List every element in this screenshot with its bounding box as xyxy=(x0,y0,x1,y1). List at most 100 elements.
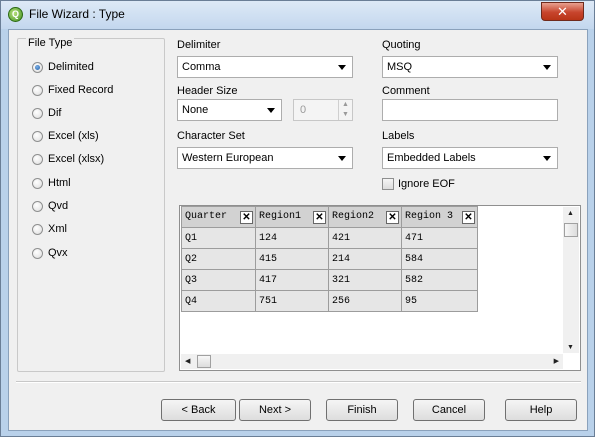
vertical-scrollbar[interactable]: ▲ ▼ xyxy=(563,207,579,353)
radio-label: Excel (xls) xyxy=(48,130,99,142)
title-bar[interactable]: Q File Wizard : Type ✕ xyxy=(1,1,594,29)
table-cell: 256 xyxy=(328,290,402,312)
remove-column-icon[interactable]: ✕ xyxy=(313,210,326,224)
header-size-dropdown[interactable]: None xyxy=(177,99,282,121)
remove-column-icon[interactable]: ✕ xyxy=(386,210,399,224)
character-set-label: Character Set xyxy=(177,130,245,142)
back-button[interactable]: < Back xyxy=(161,399,236,421)
radio-icon[interactable] xyxy=(32,153,43,165)
window-title: File Wizard : Type xyxy=(29,7,125,21)
column-header: ✕ Region 3 xyxy=(401,206,478,228)
radio-xml[interactable]: Xml xyxy=(32,221,67,237)
table-cell: 321 xyxy=(328,269,402,291)
character-set-dropdown[interactable]: Western European xyxy=(177,147,353,169)
dialog-body: File Type Delimited Fixed Record Dif Exc… xyxy=(8,29,588,431)
spin-up-icon: ▲ xyxy=(338,100,352,110)
scroll-thumb[interactable] xyxy=(564,223,578,237)
table-cell: 751 xyxy=(255,290,329,312)
preview-pane: ✕ Quarter ✕ Region1 ✕ Region2 ✕ Region 3 xyxy=(179,205,581,371)
radio-icon[interactable] xyxy=(32,200,43,212)
radio-icon[interactable] xyxy=(32,177,43,189)
ignore-eof-checkbox[interactable] xyxy=(382,178,394,190)
table-cell: 471 xyxy=(401,227,478,249)
radio-html[interactable]: Html xyxy=(32,175,71,191)
file-type-title: File Type xyxy=(26,37,75,49)
separator xyxy=(16,381,581,383)
horizontal-scrollbar[interactable]: ◀ ▶ xyxy=(181,354,563,369)
spin-down-icon: ▼ xyxy=(338,110,352,120)
spinner-value: 0 xyxy=(300,104,307,116)
header-size-spinner: 0 ▲ ▼ xyxy=(293,99,353,121)
comment-input[interactable] xyxy=(382,99,558,121)
remove-column-icon[interactable]: ✕ xyxy=(462,210,475,224)
radio-label: Excel (xlsx) xyxy=(48,153,105,165)
radio-label: Qvx xyxy=(48,247,68,259)
close-window-button[interactable]: ✕ xyxy=(541,2,584,21)
chevron-down-icon xyxy=(543,65,551,70)
radio-excel-xlsx[interactable]: Excel (xlsx) xyxy=(32,151,104,167)
ignore-eof-label: Ignore EOF xyxy=(398,178,455,190)
table-cell: 124 xyxy=(255,227,329,249)
chevron-down-icon xyxy=(338,156,346,161)
column-header-label: Region2 xyxy=(332,210,375,222)
radio-fixed-record[interactable]: Fixed Record xyxy=(32,82,113,98)
radio-label: Html xyxy=(48,177,71,189)
scroll-down-icon[interactable]: ▼ xyxy=(567,344,574,351)
radio-delimited[interactable]: Delimited xyxy=(32,59,94,75)
table-cell: Q4 xyxy=(181,290,256,312)
cancel-button[interactable]: Cancel xyxy=(413,399,485,421)
table-row: Q1 124 421 471 xyxy=(181,227,478,249)
scroll-left-icon[interactable]: ◀ xyxy=(185,357,190,365)
help-button[interactable]: Help xyxy=(505,399,577,421)
table-cell: 95 xyxy=(401,290,478,312)
file-type-group: File Type Delimited Fixed Record Dif Exc… xyxy=(17,37,165,372)
preview-table: ✕ Quarter ✕ Region1 ✕ Region2 ✕ Region 3 xyxy=(181,206,478,312)
radio-icon[interactable] xyxy=(32,130,43,142)
radio-qvx[interactable]: Qvx xyxy=(32,245,68,261)
character-set-value: Western European xyxy=(182,152,274,164)
chevron-down-icon xyxy=(338,65,346,70)
radio-icon[interactable] xyxy=(32,107,43,119)
table-cell: Q2 xyxy=(181,248,256,270)
header-size-value: None xyxy=(182,104,209,116)
scroll-right-icon[interactable]: ▶ xyxy=(554,357,559,365)
radio-icon[interactable] xyxy=(32,61,43,73)
radio-icon[interactable] xyxy=(32,247,43,259)
column-header-label: Region1 xyxy=(259,210,302,222)
app-icon: Q xyxy=(8,7,23,22)
radio-icon[interactable] xyxy=(32,223,43,235)
table-cell: Q3 xyxy=(181,269,256,291)
next-button[interactable]: Next > xyxy=(239,399,311,421)
chevron-down-icon xyxy=(543,156,551,161)
table-cell: Q1 xyxy=(181,227,256,249)
delimiter-dropdown[interactable]: Comma xyxy=(177,56,353,78)
radio-excel-xls[interactable]: Excel (xls) xyxy=(32,128,99,144)
table-cell: 582 xyxy=(401,269,478,291)
radio-qvd[interactable]: Qvd xyxy=(32,198,68,214)
table-row: Q3 417 321 582 xyxy=(181,269,478,291)
radio-label: Dif xyxy=(48,107,62,119)
radio-label: Xml xyxy=(48,223,67,235)
table-cell: 417 xyxy=(255,269,329,291)
column-header: ✕ Region1 xyxy=(255,206,329,228)
scroll-up-icon[interactable]: ▲ xyxy=(567,210,574,217)
finish-button[interactable]: Finish xyxy=(326,399,398,421)
table-cell: 421 xyxy=(328,227,402,249)
column-header-label: Quarter xyxy=(185,210,228,222)
remove-column-icon[interactable]: ✕ xyxy=(240,210,253,224)
quoting-label: Quoting xyxy=(382,39,421,51)
quoting-dropdown[interactable]: MSQ xyxy=(382,56,558,78)
labels-dropdown[interactable]: Embedded Labels xyxy=(382,147,558,169)
quoting-value: MSQ xyxy=(387,61,413,73)
file-wizard-window: Q File Wizard : Type ✕ File Type Delimit… xyxy=(0,0,595,437)
delimiter-value: Comma xyxy=(182,61,221,73)
table-header-row: ✕ Quarter ✕ Region1 ✕ Region2 ✕ Region 3 xyxy=(181,206,478,228)
radio-dif[interactable]: Dif xyxy=(32,105,61,121)
table-cell: 584 xyxy=(401,248,478,270)
radio-label: Fixed Record xyxy=(48,84,114,96)
table-cell: 415 xyxy=(255,248,329,270)
radio-icon[interactable] xyxy=(32,84,43,96)
table-cell: 214 xyxy=(328,248,402,270)
scroll-thumb[interactable] xyxy=(197,355,211,368)
header-size-label: Header Size xyxy=(177,85,238,97)
